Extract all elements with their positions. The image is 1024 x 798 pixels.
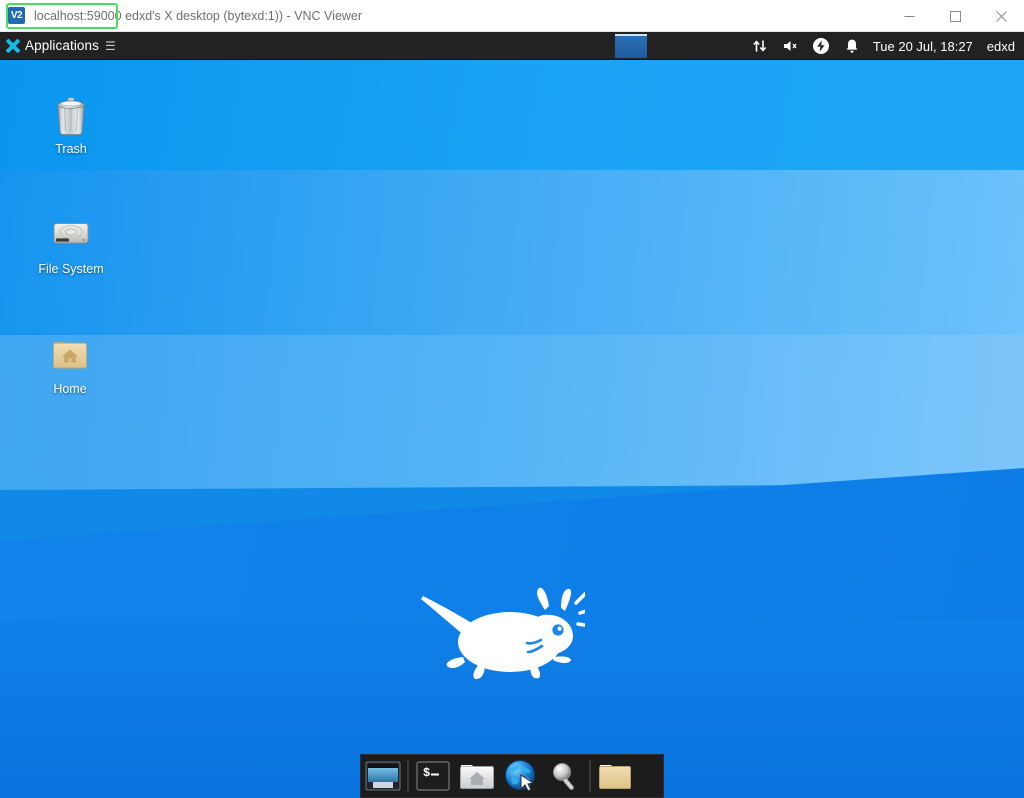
wallpaper-band-third (0, 335, 1024, 490)
vnc-viewer-window: V2 localhost:59000 edxd's X desktop (byt… (0, 0, 1024, 798)
window-title: localhost:59000 edxd's X desktop (bytexd… (34, 9, 362, 23)
menu-lines-icon: ☰ (105, 40, 116, 52)
maximize-button[interactable] (932, 0, 978, 32)
window-title-suffix: edxd's X desktop (bytexd:1)) - VNC Viewe… (125, 9, 362, 23)
desktop-icon-label: Home (53, 382, 86, 397)
wallpaper-band-top (0, 60, 1024, 170)
window-titlebar: V2 localhost:59000 edxd's X desktop (byt… (0, 0, 1024, 32)
volume-muted-icon[interactable] (775, 32, 805, 60)
file-manager-icon (459, 760, 495, 792)
globe-browser-icon (504, 759, 538, 793)
titlebar-left-group: V2 localhost:59000 edxd's X desktop (byt… (0, 0, 362, 31)
vnc-app-logo: V2 (8, 7, 25, 24)
remote-desktop-canvas[interactable]: Applications ☰ (0, 32, 1024, 798)
window-task-list (560, 32, 647, 60)
panel-username[interactable]: edxd (979, 39, 1019, 54)
desktop-icon-label: File System (38, 262, 103, 277)
dock-separator (589, 760, 591, 792)
svg-text:$: $ (423, 766, 430, 780)
xfce-top-panel: Applications ☰ (0, 32, 1024, 60)
panel-clock[interactable]: Tue 20 Jul, 18:27 (867, 39, 979, 54)
dock-item-search[interactable] (543, 754, 587, 798)
system-tray: Tue 20 Jul, 18:27 edxd (745, 32, 1024, 60)
dock-item-terminal[interactable]: $ (411, 754, 455, 798)
close-button[interactable] (978, 0, 1024, 32)
network-up-down-icon[interactable] (745, 32, 775, 60)
minimize-button[interactable] (886, 0, 932, 32)
desktop-icon-home[interactable]: Home (22, 330, 118, 397)
applications-menu-button[interactable]: Applications ☰ (0, 32, 124, 60)
dock-separator (407, 760, 409, 792)
xfce-mouse-logo (415, 580, 585, 690)
home-folder-icon (46, 330, 94, 378)
hard-drive-icon (47, 210, 95, 258)
power-bolt-icon[interactable] (805, 32, 837, 60)
window-controls (886, 0, 1024, 32)
dock-item-show-desktop[interactable] (361, 754, 405, 798)
xfce-logo-icon (5, 38, 20, 53)
window-title-address: localhost:59000 (34, 9, 122, 23)
desktop-icon-trash[interactable]: Trash (23, 90, 119, 157)
dock-item-folder[interactable] (593, 754, 637, 798)
terminal-icon: $ (416, 760, 450, 792)
task-button-active[interactable] (615, 34, 647, 58)
folder-icon (597, 760, 633, 792)
show-desktop-icon (365, 760, 401, 792)
dock-item-file-manager[interactable] (455, 754, 499, 798)
desktop-icon-filesystem[interactable]: File System (23, 210, 119, 277)
desktop-icon-label: Trash (55, 142, 87, 157)
bell-icon[interactable] (837, 32, 867, 60)
trash-can-icon (47, 90, 95, 138)
wallpaper-band-second (0, 170, 1024, 335)
magnifier-icon (548, 760, 582, 792)
application-dock: $ (360, 754, 664, 798)
dock-item-web-browser[interactable] (499, 754, 543, 798)
applications-menu-label: Applications (25, 38, 99, 53)
